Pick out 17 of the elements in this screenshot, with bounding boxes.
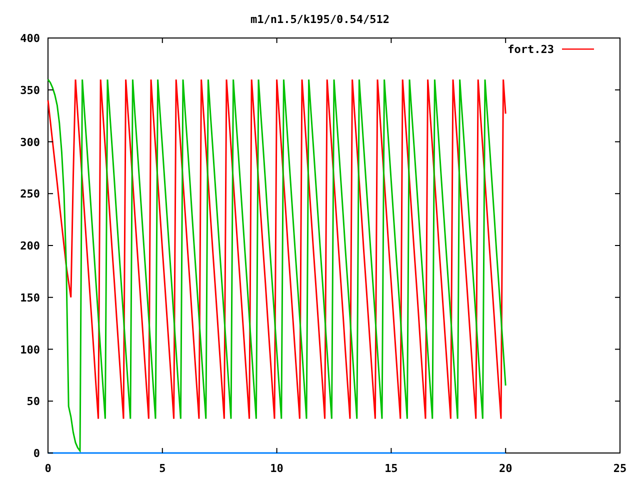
tick-label: 300 xyxy=(20,136,40,149)
tick-label: 150 xyxy=(20,291,40,304)
tick-label: 350 xyxy=(20,84,40,97)
tick-label: 25 xyxy=(613,462,627,475)
tick-label: 250 xyxy=(20,188,40,201)
tick-label: 5 xyxy=(159,462,166,475)
tick-label: 20 xyxy=(498,462,512,475)
tick-label: 50 xyxy=(26,395,40,408)
tick-label: 0 xyxy=(44,462,52,475)
tick-label: 400 xyxy=(20,32,40,45)
tick-label: 0 xyxy=(33,447,40,460)
tick-label: 10 xyxy=(270,462,284,475)
tick-label: 15 xyxy=(384,462,398,475)
chart-title: m1/n1.5/k195/0.54/512 xyxy=(250,13,390,26)
tick-label: 100 xyxy=(20,343,40,356)
legend-label: fort.23 xyxy=(508,43,554,56)
tick-label: 200 xyxy=(20,240,40,252)
